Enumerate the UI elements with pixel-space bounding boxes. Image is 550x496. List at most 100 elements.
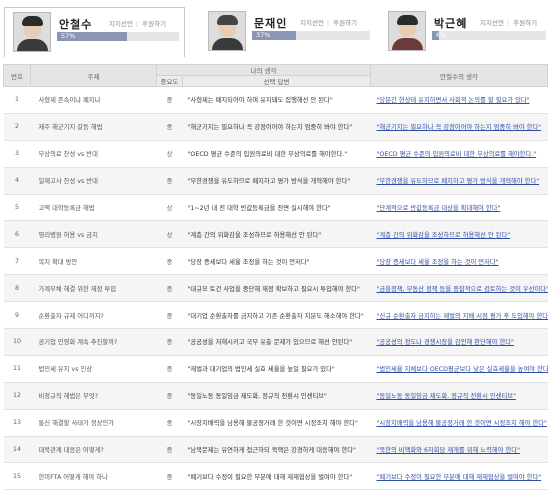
candidate-view-link[interactable]: "신규 순환출자 금지하는 제벌의 지배 시점 평가 후 도입해야 한다": [377, 313, 548, 320]
row-topic: 비정규직 해법은 무엇?: [30, 382, 157, 410]
row-number: 1: [3, 86, 31, 114]
support-progress-bar: 57%: [57, 32, 179, 41]
candidate-name: 문재인: [254, 17, 288, 30]
row-answer: "계층 간의 위화감을 조성하므로 허용해선 안 된다": [182, 220, 371, 249]
row-candidate-view: "금융정책, 부동산 정책 등을 종합적으로 검토하는 것이 우선이다": [370, 274, 548, 303]
row-number: 13: [3, 409, 31, 437]
row-answer: "시장지배력을 남용해 불공정거래 한 것이면 시정조치 해야 한다": [182, 409, 371, 437]
table-row: 7 복지 확대 방안 중 "당장 증세보다 세율 조정을 하는 것이 먼저다" "당장 …: [3, 247, 548, 276]
support-percent: 37%: [256, 31, 271, 39]
candidate-view-link[interactable]: "OECD 평균 수준의 입원의료비 대한 무상의료를 해야한다.": [377, 151, 537, 158]
candidate-view-link[interactable]: "당분간 현상태 유지하면서 사회적 논의를 할 필요가 있다": [377, 97, 530, 104]
candidate-card-1[interactable]: 안철수 지지선언 | 후원하기 57%: [4, 7, 185, 57]
row-importance: 중: [156, 301, 183, 330]
table-row: 1 사형제 존속이냐 폐지냐 중 "사형제는 폐지되어야 하며 유지돼도 집행해선 안…: [3, 86, 548, 114]
candidate-view-link[interactable]: "무한경쟁을 유도하므로 폐지하고 평가 방식을 개혁해야 한다": [377, 178, 540, 185]
support-progress-bar: 6%: [432, 31, 546, 40]
row-candidate-view: "계층 간의 위화감을 조성하므로 허용해선 안 된다": [370, 220, 548, 249]
header-my-view: 나의 생각: [156, 64, 371, 76]
row-importance: 중: [156, 355, 183, 383]
row-number: 5: [3, 194, 31, 222]
candidate-name: 박근혜: [434, 17, 468, 30]
candidate-photo: [388, 11, 426, 51]
candidate-view-link[interactable]: "단계적으로 반값등록금 대상을 확대해야 한다": [377, 205, 501, 212]
row-importance: 중: [156, 113, 183, 141]
row-answer: "남북문제는 유연하게 접근하되 북핵은 강경하게 대응해야 한다": [182, 436, 371, 464]
row-answer: "재벌과 대기업의 법인세 실효 세율을 높일 필요가 있다": [182, 355, 371, 383]
row-answer: "공공성을 저해시키고 국부 유출 문제가 있으므로 해선 안된다": [182, 328, 371, 356]
row-candidate-view: "당장 증세보다 세율 조정을 하는 것이 먼저다": [370, 247, 548, 276]
donate-button[interactable]: 후원하기: [142, 20, 166, 28]
candidate-actions: 지지선언 | 후원하기: [300, 19, 358, 27]
candidate-view-link[interactable]: "금융정책, 부동산 정책 등을 종합적으로 검토하는 것이 우선이다": [377, 286, 548, 293]
candidate-view-link[interactable]: "북한의 비핵화와 6자회담 재개를 위해 노력해야 한다": [377, 447, 520, 454]
candidate-view-link[interactable]: "해군기지는 필요하나 꼭 강정이어야 하는지 엄중히 봐야 한다": [377, 124, 542, 131]
support-percent: 6%: [436, 31, 447, 39]
support-button[interactable]: 지지선언: [109, 20, 133, 28]
table-row: 4 일제고사 찬성 vs 반대 중 "무한경쟁을 유도하므로 폐지하고 평가 방식을 …: [3, 167, 548, 195]
table-row: 9 순환출자 규제 어디까지? 중 "대기업 순환출자를 금지하고 기존 순환출자 지…: [3, 301, 548, 330]
support-button[interactable]: 지지선언: [300, 19, 324, 27]
table-body: 1 사형제 존속이냐 폐지냐 중 "사형제는 폐지되어야 하며 유지돼도 집행해선 안…: [3, 86, 548, 491]
table-row: 15 한미FTA 어떻게 해야 하나 중 "폐기보다 수정이 필요한 부분에 대해 재…: [3, 462, 548, 491]
row-topic: 고액 대학등록금 해법: [30, 194, 157, 222]
row-answer: "대규모 토건 사업을 중단해 재정 확보하고 필요시 투입해야 한다": [182, 274, 371, 303]
candidate-card-2[interactable]: 문재인 지지선언 | 후원하기 37%: [200, 7, 372, 57]
row-number: 11: [3, 355, 31, 383]
row-importance: 중: [156, 436, 183, 464]
row-importance: 중: [156, 328, 183, 356]
candidate-view-link[interactable]: "계층 간의 위화감을 조성하므로 허용해선 안 된다": [377, 232, 511, 239]
row-candidate-view: "법인세율 지체보다 OECD평균보다 낮은 실효세율을 높여야 한다": [370, 355, 548, 383]
row-number: 14: [3, 436, 31, 464]
table-row: 12 비정규직 해법은 무엇? 중 "동일노동 동일임금 제도화, 정규직 전환시 인…: [3, 382, 548, 410]
table-row: 10 공기업 민영화 계속 추진할까? 중 "공공성을 저해시키고 국부 유출 문제가…: [3, 328, 548, 356]
row-importance: 상: [156, 194, 183, 222]
table-row: 6 영리병원 허용 vs 금지 상 "계층 간의 위화감을 조성하므로 허용해선 안 …: [3, 220, 548, 249]
table-row: 14 대북관계 대응은 어떻게? 중 "남북문제는 유연하게 접근하되 북핵은 강경하…: [3, 436, 548, 464]
row-candidate-view: "단계적으로 반값등록금 대상을 확대해야 한다": [370, 194, 548, 222]
candidate-view-link[interactable]: "폐기보다 수정이 필요한 부분에 대해 재재협상을 벌여야 한다": [377, 474, 542, 481]
candidate-card-3[interactable]: 박근혜 지지선언 | 후원하기 6%: [380, 7, 546, 57]
row-candidate-view: "무한경쟁을 유도하므로 폐지하고 평가 방식을 개혁해야 한다": [370, 167, 548, 195]
donate-button[interactable]: 후원하기: [513, 19, 537, 27]
row-topic: 통신 해결할 사태가 정상인가: [30, 409, 157, 437]
header-no: 번호: [3, 64, 31, 87]
row-answer: "당장 증세보다 세율 조정을 하는 것이 먼저다": [182, 247, 371, 276]
candidate-view-link[interactable]: "동일노동 동일임금 제도화, 정규직 전환시 인센티브": [377, 393, 516, 400]
donate-button[interactable]: 후원하기: [333, 19, 357, 27]
header-importance: 중요도: [156, 75, 183, 87]
row-importance: 중: [156, 86, 183, 114]
table-row: 2 제주 해군기지 갈등 해법 중 "해군기지는 필요하나 꼭 강정이어야 하는지 엄…: [3, 113, 548, 141]
row-number: 12: [3, 382, 31, 410]
row-candidate-view: "OECD 평균 수준의 입원의료비 대한 무상의료를 해야한다.": [370, 140, 548, 168]
table-row: 13 통신 해결할 사태가 정상인가 중 "시장지배력을 남용해 불공정거래 한 것이…: [3, 409, 548, 437]
row-importance: 중: [156, 167, 183, 195]
candidate-name: 안철수: [59, 18, 93, 31]
candidate-photo: [13, 12, 51, 52]
table-row: 8 가계부채 해결 위한 재정 투입 중 "대규모 토건 사업을 중단해 재정 확보하…: [3, 274, 548, 303]
row-number: 2: [3, 113, 31, 141]
row-answer: "대기업 순환출자를 금지하고 기존 순환출자 지분도 해소해야 한다": [182, 301, 371, 330]
row-candidate-view: "해군기지는 필요하나 꼭 강정이어야 하는지 엄중히 봐야 한다": [370, 113, 548, 141]
candidate-view-link[interactable]: "시장지배력을 남용해 불공정거래 한 것이면 시정조치 해야 한다": [377, 420, 547, 427]
row-topic: 사형제 존속이냐 폐지냐: [30, 86, 157, 114]
table-row: 5 고액 대학등록금 해법 상 "1~2년 내 전 대학 반값등록금을 전면 실시해야…: [3, 194, 548, 222]
candidate-view-link[interactable]: "당장 증세보다 세율 조정을 하는 것이 먼저다": [377, 259, 499, 266]
table-row: 11 법인세 유지 vs 인상 중 "재벌과 대기업의 법인세 실효 세율을 높일 필…: [3, 355, 548, 383]
support-percent: 57%: [61, 32, 76, 40]
row-candidate-view: "시장지배력을 남용해 불공정거래 한 것이면 시정조치 해야 한다": [370, 409, 548, 437]
row-number: 15: [3, 462, 31, 491]
candidate-view-link[interactable]: "공공성의 정도나 경쟁시장을 감안해 판단해야 한다": [377, 339, 514, 346]
row-importance: 중: [156, 247, 183, 276]
support-button[interactable]: 지지선언: [480, 19, 504, 27]
candidate-actions: 지지선언 | 후원하기: [480, 19, 538, 27]
row-topic: 공기업 민영화 계속 추진할까?: [30, 328, 157, 356]
row-number: 9: [3, 301, 31, 330]
row-number: 4: [3, 167, 31, 195]
row-number: 7: [3, 247, 31, 276]
row-answer: "무한경쟁을 유도하므로 폐지하고 평가 방식을 개혁해야 한다": [182, 167, 371, 195]
candidate-view-link[interactable]: "법인세율 지체보다 OECD평균보다 낮은 실효세율을 높여야 한다": [377, 366, 548, 373]
row-answer: "사형제는 폐지되어야 하며 유지돼도 집행해선 안 된다": [182, 86, 371, 114]
row-importance: 중: [156, 462, 183, 491]
candidate-photo: [208, 11, 246, 51]
